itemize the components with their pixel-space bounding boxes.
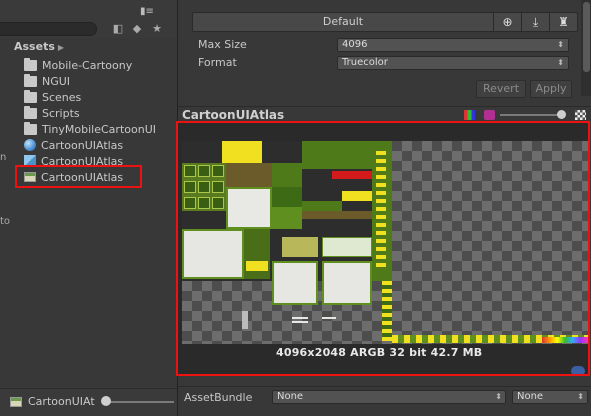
project-item-ngui[interactable]: NGUI	[24, 73, 70, 89]
selected-asset-label: CartoonUIAt	[28, 395, 95, 408]
texture-icon	[24, 172, 36, 182]
texture-info: 4096x2048 ARGB 32 bit 42.7 MB	[276, 346, 483, 359]
format-label: Format	[198, 56, 237, 69]
project-panel: ▮≡ ◧ ◆ ★ Assets ▶ Mobile-Cartoony NGUI Sc…	[0, 0, 177, 416]
dropdown-arrows-icon: ⬍	[557, 58, 564, 67]
project-item-mobile-cartoony[interactable]: Mobile-Cartoony	[24, 57, 132, 73]
favorite-star-icon[interactable]: ★	[150, 22, 164, 36]
item-label: TinyMobileCartoonUI	[42, 122, 156, 136]
icon-size-slider-track[interactable]	[104, 401, 174, 403]
folder-icon	[24, 121, 37, 135]
item-label: CartoonUIAtlas	[41, 170, 124, 184]
apply-button[interactable]: Apply	[530, 80, 572, 98]
item-label: NGUI	[42, 74, 71, 88]
assets-breadcrumb[interactable]: Assets ▶	[14, 40, 64, 53]
download-icon[interactable]: ⤓	[521, 13, 549, 31]
inspector-scrollbar[interactable]	[581, 0, 591, 96]
globe-icon[interactable]: ⊕	[493, 13, 521, 31]
breadcrumb-arrow-icon: ▶	[57, 43, 65, 52]
folder-icon	[24, 73, 37, 87]
clipped-text: n	[0, 152, 7, 163]
item-label: Scenes	[42, 90, 82, 104]
mip-level-slider-track[interactable]	[500, 114, 560, 116]
filter-type-icon[interactable]: ◧	[111, 22, 125, 36]
project-item-scenes[interactable]: Scenes	[24, 89, 81, 105]
assets-label: Assets	[14, 40, 55, 53]
project-toolbar: ▮≡ ◧ ◆ ★	[0, 0, 177, 38]
asset-bundle-variant-value: None	[517, 391, 544, 402]
project-item-atlas-material[interactable]: CartoonUIAtlas	[24, 137, 123, 153]
project-item-scripts[interactable]: Scripts	[24, 105, 80, 121]
search-field[interactable]	[0, 22, 97, 36]
material-sphere-icon	[24, 139, 36, 151]
format-dropdown[interactable]: Truecolor ⬍	[337, 56, 569, 70]
max-size-dropdown[interactable]: 4096 ⬍	[337, 38, 569, 52]
dropdown-arrows-icon: ⬍	[495, 392, 502, 401]
item-label: Scripts	[42, 106, 80, 120]
android-icon[interactable]: ♜	[549, 13, 577, 31]
folder-icon	[24, 105, 37, 119]
lock-icon[interactable]: ▮≡	[140, 6, 170, 18]
unity-editor: ▮≡ ◧ ◆ ★ Assets ▶ Mobile-Cartoony NGUI Sc…	[0, 0, 591, 416]
scrollbar-thumb[interactable]	[583, 2, 590, 72]
dropdown-arrows-icon: ⬍	[557, 40, 564, 49]
dropdown-arrows-icon: ⬍	[577, 392, 584, 401]
alpha-channel-icon[interactable]	[484, 110, 495, 120]
asset-bundle-bar: AssetBundle None ⬍ None ⬍	[178, 386, 591, 416]
max-size-label: Max Size	[198, 38, 247, 51]
tab-default[interactable]: Default	[193, 13, 493, 31]
inspector-panel: Default ⊕ ⤓ ♜ Max Size 4096 ⬍ Format True…	[176, 0, 591, 416]
project-item-tinymobilecartoonui[interactable]: TinyMobileCartoonUI	[24, 121, 156, 137]
project-footer: CartoonUIAt	[0, 388, 177, 416]
project-item-atlas-texture[interactable]: CartoonUIAtlas	[24, 169, 123, 185]
folder-icon	[24, 57, 37, 71]
item-label: Mobile-Cartoony	[42, 58, 133, 72]
format-value: Truecolor	[342, 57, 388, 68]
platform-tabs: Default ⊕ ⤓ ♜	[192, 12, 578, 32]
checker-background-icon[interactable]	[575, 110, 586, 120]
texture-icon	[10, 396, 22, 407]
max-size-value: 4096	[342, 39, 368, 50]
folder-icon	[24, 89, 37, 103]
rgb-channel-icon[interactable]	[464, 110, 475, 120]
mip-level-slider-thumb[interactable]	[557, 110, 566, 119]
preview-toggle-icon[interactable]	[571, 366, 585, 374]
asset-bundle-label: AssetBundle	[184, 391, 253, 404]
selected-asset-path: CartoonUIAt	[10, 395, 95, 408]
revert-button[interactable]: Revert	[476, 80, 526, 98]
texture-preview: 4096x2048 ARGB 32 bit 42.7 MB	[176, 121, 590, 376]
asset-bundle-name-dropdown[interactable]: None ⬍	[272, 390, 506, 404]
asset-bundle-name-value: None	[277, 391, 304, 402]
preview-header: CartoonUIAtlas	[178, 106, 591, 122]
icon-size-slider-thumb[interactable]	[101, 396, 111, 406]
item-label: CartoonUIAtlas	[41, 138, 124, 152]
clipped-text: to	[0, 216, 11, 227]
asset-bundle-variant-dropdown[interactable]: None ⬍	[512, 390, 588, 404]
label-tag-icon[interactable]: ◆	[130, 22, 144, 36]
atlas-texture-image	[182, 141, 588, 344]
